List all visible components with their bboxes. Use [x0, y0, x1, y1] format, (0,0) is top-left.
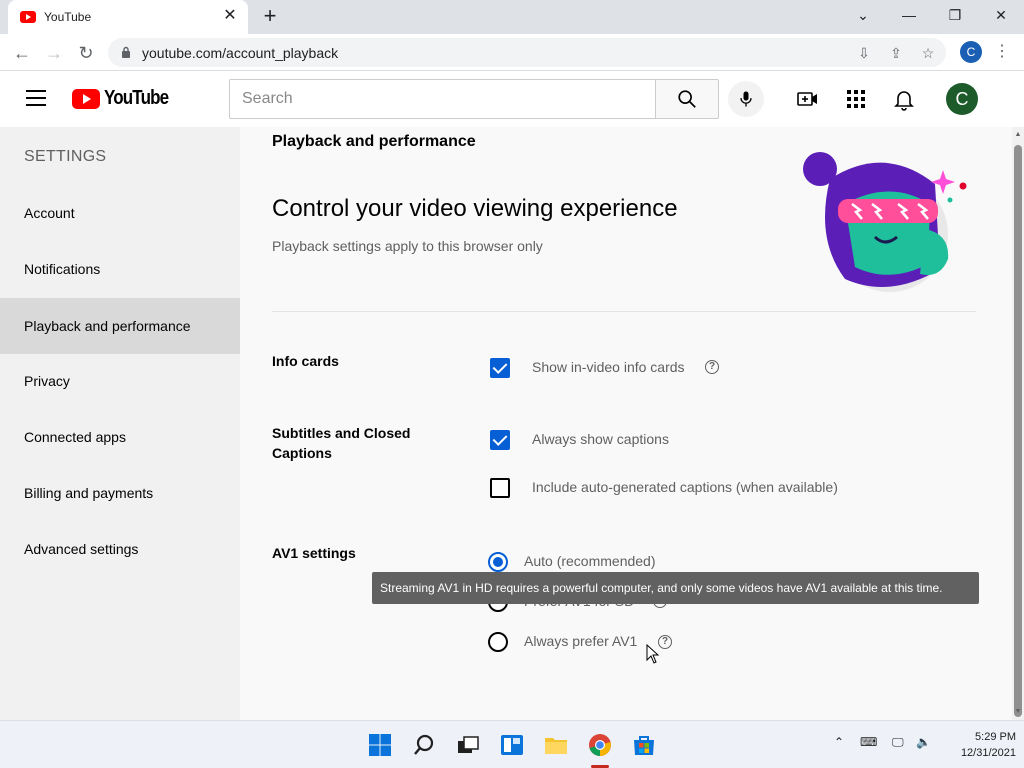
tab-title: YouTube: [44, 10, 92, 24]
youtube-logo-text: YouTube: [104, 87, 169, 109]
widgets-icon[interactable]: [500, 733, 524, 757]
omnibox[interactable]: youtube.com/account_playback ⇩ ⇪ ☆: [108, 38, 946, 67]
always-captions-label: Always show captions: [532, 431, 669, 447]
voice-search-button[interactable]: [728, 81, 764, 117]
forward-icon[interactable]: →: [41, 40, 67, 66]
volume-icon[interactable]: 🔈: [916, 735, 931, 749]
file-explorer-icon[interactable]: [544, 733, 568, 757]
apps-grid-icon[interactable]: [844, 87, 868, 111]
sidebar-item-account[interactable]: Account: [0, 185, 240, 241]
settings-sidebar: SETTINGS Account Notifications Playback …: [0, 127, 240, 720]
av1-auto-label: Auto (recommended): [524, 553, 656, 569]
settings-main: Playback and performance Control your vi…: [240, 127, 1012, 720]
page-subtitle: Playback settings apply to this browser …: [272, 238, 543, 254]
sidebar-heading: SETTINGS: [24, 148, 107, 165]
av1-auto-radio[interactable]: [488, 552, 508, 572]
scroll-down-icon[interactable]: ▼: [1014, 708, 1022, 716]
sidebar-item-connected-apps[interactable]: Connected apps: [0, 409, 240, 465]
hamburger-menu-icon[interactable]: [26, 90, 46, 106]
windows-taskbar: ⌃ ⌨ 🖵 🔈 5:29 PM 12/31/2021: [0, 720, 1024, 768]
windows-start-icon[interactable]: [368, 733, 392, 757]
youtube-masthead: YouTube C: [0, 71, 1024, 127]
address-bar: ← → ↻ youtube.com/account_playback ⇩ ⇪ ☆…: [0, 34, 1024, 71]
microphone-icon: [740, 91, 752, 107]
close-tab-icon[interactable]: ✕: [220, 6, 240, 26]
always-captions-option[interactable]: Always show captions: [490, 429, 690, 453]
av1-always-radio[interactable]: [488, 632, 508, 652]
sidebar-item-playback[interactable]: Playback and performance: [0, 298, 240, 354]
sidebar-item-billing[interactable]: Billing and payments: [0, 465, 240, 521]
taskbar-search-icon[interactable]: [412, 733, 436, 757]
page-heading: Playback and performance: [272, 133, 476, 150]
playback-illustration: [803, 152, 967, 292]
search-icon: [678, 90, 696, 108]
task-view-icon[interactable]: [456, 733, 480, 757]
scroll-up-icon[interactable]: ▲: [1014, 131, 1022, 139]
notifications-bell-icon[interactable]: [892, 87, 916, 111]
account-avatar[interactable]: C: [946, 83, 978, 115]
install-app-icon[interactable]: ⇩: [854, 43, 874, 63]
show-hidden-icons-icon[interactable]: ⌃: [834, 735, 844, 749]
always-captions-checkbox[interactable]: [490, 430, 510, 450]
search-input[interactable]: [230, 80, 655, 118]
clock-time: 5:29 PM: [975, 731, 1016, 743]
back-icon[interactable]: ←: [9, 40, 35, 66]
info-cards-option[interactable]: Show in-video info cards: [490, 357, 730, 381]
taskbar-clock[interactable]: 5:29 PM 12/31/2021: [944, 729, 1016, 761]
sidebar-item-privacy[interactable]: Privacy: [0, 353, 240, 409]
page-scrollbar[interactable]: ▲ ▼: [1012, 127, 1024, 720]
bookmark-star-icon[interactable]: ☆: [918, 43, 938, 63]
lock-icon: [122, 46, 130, 58]
youtube-favicon-icon: [20, 11, 36, 23]
create-video-icon[interactable]: [796, 87, 820, 111]
share-icon[interactable]: ⇪: [886, 43, 906, 63]
network-icon[interactable]: 🖵: [892, 735, 904, 750]
browser-tab-strip: YouTube ✕ + ⌄ — ❐ ✕: [0, 0, 1024, 34]
search-box: [229, 79, 656, 119]
info-cards-label: Info cards: [272, 353, 339, 369]
page-title: Control your video viewing experience: [272, 195, 678, 222]
auto-captions-label: Include auto-generated captions (when av…: [532, 479, 838, 495]
keyboard-icon[interactable]: ⌨: [860, 735, 877, 749]
mouse-cursor-icon: [646, 644, 660, 664]
help-circle-icon[interactable]: ?: [658, 635, 672, 649]
av1-always-label: Always prefer AV1: [524, 633, 638, 649]
minimize-icon[interactable]: —: [886, 0, 932, 30]
close-window-icon[interactable]: ✕: [978, 0, 1024, 30]
tab-search-icon[interactable]: ⌄: [840, 0, 886, 30]
section-divider: [272, 311, 976, 312]
browser-menu-icon[interactable]: ⋮: [994, 41, 1010, 63]
auto-captions-option[interactable]: Include auto-generated captions (when av…: [490, 477, 850, 501]
captions-label: Subtitles and Closed Captions: [272, 425, 411, 461]
info-cards-option-label: Show in-video info cards: [532, 359, 685, 375]
help-circle-icon[interactable]: ?: [705, 360, 719, 374]
microsoft-store-icon[interactable]: [632, 733, 656, 757]
url-text: youtube.com/account_playback: [142, 45, 339, 61]
clock-date: 12/31/2021: [960, 747, 1016, 759]
info-cards-checkbox[interactable]: [490, 358, 510, 378]
reload-icon[interactable]: ↻: [73, 40, 99, 66]
new-tab-icon[interactable]: +: [258, 4, 282, 28]
auto-captions-checkbox[interactable]: [490, 478, 510, 498]
restore-icon[interactable]: ❐: [932, 0, 978, 30]
search-button[interactable]: [655, 79, 719, 119]
av1-settings-label: AV1 settings: [272, 545, 356, 561]
sidebar-item-advanced[interactable]: Advanced settings: [0, 521, 240, 577]
chrome-icon[interactable]: [588, 733, 612, 757]
browser-profile-avatar[interactable]: C: [960, 41, 982, 63]
youtube-play-logo-icon: [72, 89, 100, 109]
browser-tab[interactable]: YouTube ✕: [8, 0, 248, 34]
av1-tooltip: Streaming AV1 in HD requires a powerful …: [372, 572, 979, 604]
scroll-thumb[interactable]: [1014, 145, 1022, 717]
sidebar-item-notifications[interactable]: Notifications: [0, 241, 240, 297]
